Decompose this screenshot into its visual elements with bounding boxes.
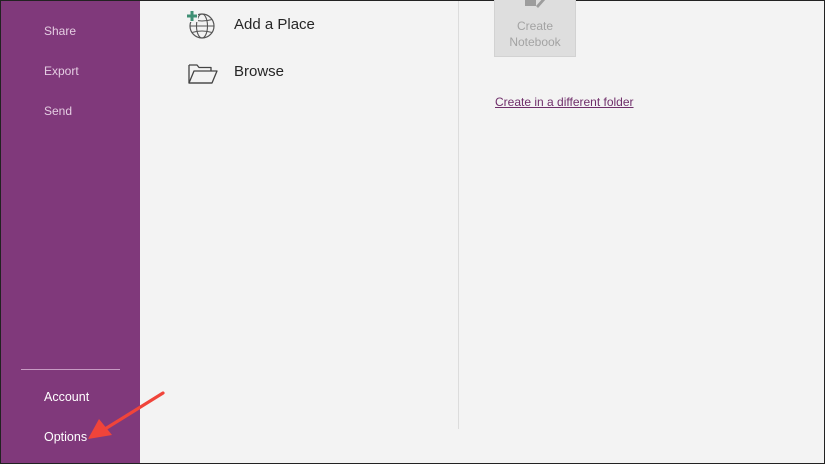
sidebar-item-export[interactable]: Export bbox=[44, 64, 79, 78]
browse-item[interactable]: Browse bbox=[186, 57, 426, 89]
create-in-different-folder-link[interactable]: Create in a different folder bbox=[495, 95, 634, 109]
sidebar-divider bbox=[21, 369, 120, 370]
main-panel: Add a Place Browse Create Notebook Creat… bbox=[140, 0, 824, 463]
add-a-place-item[interactable]: Add a Place bbox=[186, 10, 426, 42]
sidebar-item-send[interactable]: Send bbox=[44, 104, 72, 118]
globe-plus-icon bbox=[186, 10, 218, 42]
sidebar-item-share[interactable]: Share bbox=[44, 24, 76, 38]
red-arrow-annotation bbox=[88, 391, 165, 439]
create-notebook-button[interactable]: Create Notebook bbox=[494, 0, 576, 57]
column-divider bbox=[458, 1, 459, 429]
browse-label: Browse bbox=[234, 63, 285, 80]
create-notebook-label: Create Notebook bbox=[509, 19, 561, 49]
notebook-icon bbox=[522, 0, 548, 10]
folder-icon bbox=[186, 57, 218, 89]
sidebar-item-account[interactable]: Account bbox=[44, 390, 89, 404]
sidebar-item-options[interactable]: Options bbox=[44, 430, 87, 444]
add-a-place-label: Add a Place bbox=[234, 16, 315, 33]
